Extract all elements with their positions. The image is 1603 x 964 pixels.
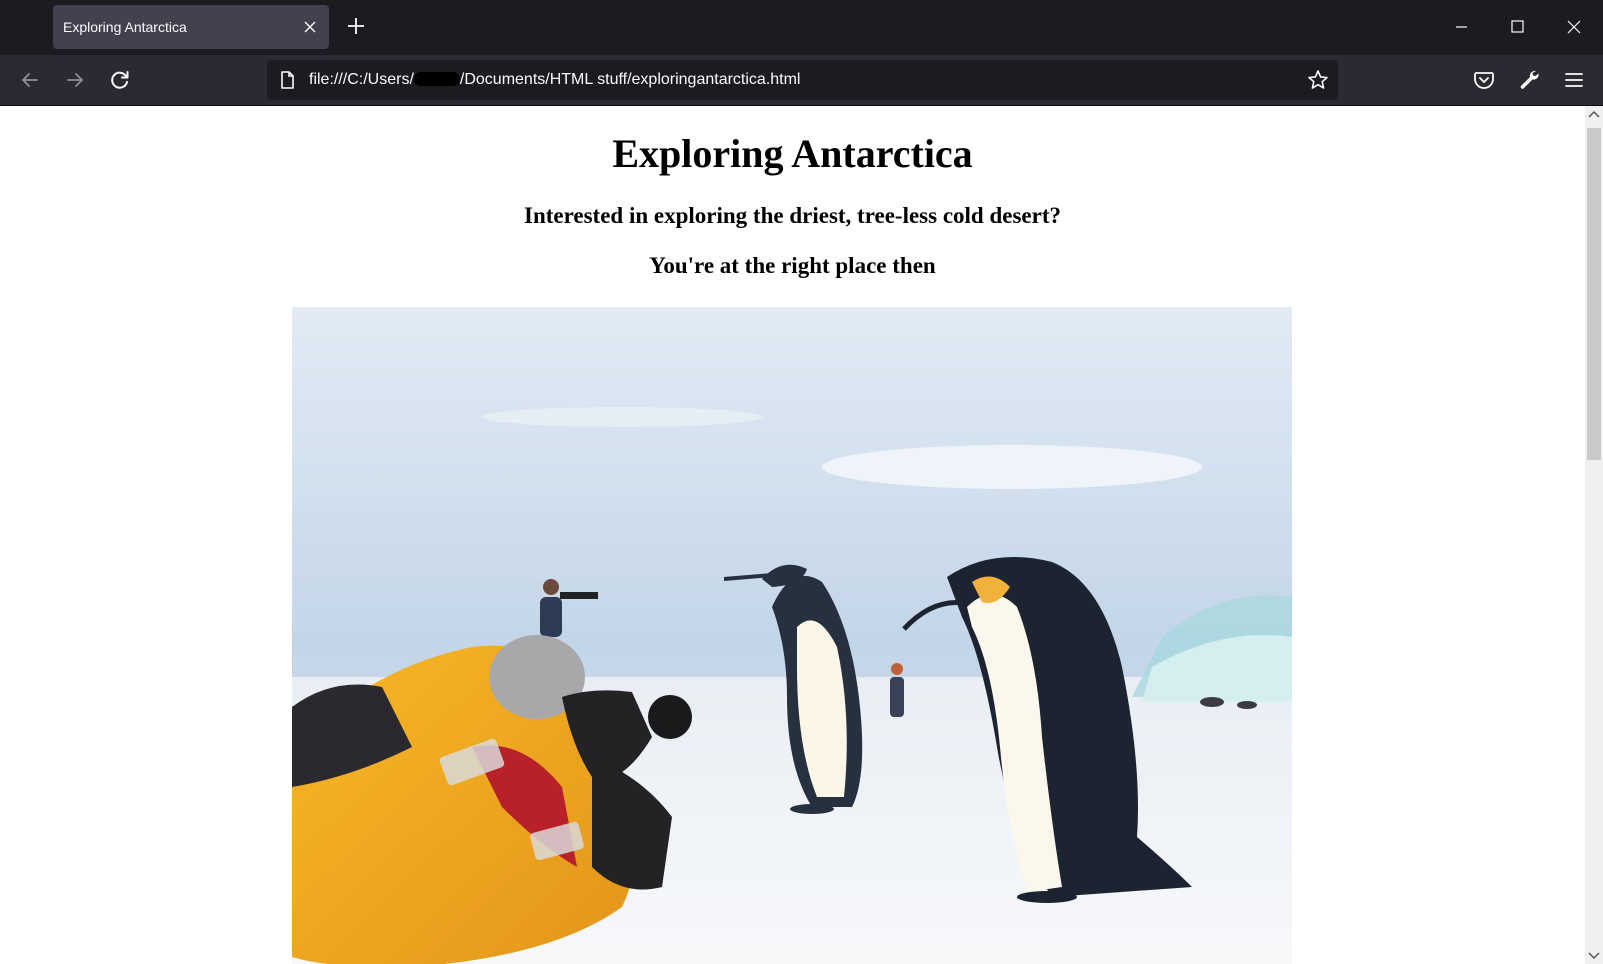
reload-icon[interactable] xyxy=(105,65,135,95)
forward-arrow-icon[interactable] xyxy=(60,65,90,95)
redaction-mark xyxy=(413,72,460,86)
page-tagline: You're at the right place then xyxy=(649,253,936,278)
back-arrow-icon[interactable] xyxy=(15,65,45,95)
plus-icon[interactable] xyxy=(344,14,368,38)
url-text[interactable]: file:///C:/Users/ /Documents/HTML stuff/e… xyxy=(309,60,800,100)
close-icon[interactable] xyxy=(299,16,321,38)
page-icon xyxy=(281,71,294,89)
hamburger-menu-icon[interactable] xyxy=(1559,65,1589,95)
wrench-icon[interactable] xyxy=(1514,65,1544,95)
active-tab[interactable]: Exploring Antarctica xyxy=(53,5,329,49)
url-prefix: file:///C:/Users/ xyxy=(309,71,414,88)
pocket-icon[interactable] xyxy=(1469,65,1499,95)
window-close-icon[interactable] xyxy=(1546,0,1603,55)
tab-strip: Exploring Antarctica xyxy=(0,0,1603,55)
tab-title: Exploring Antarctica xyxy=(63,19,187,35)
vertical-scrollbar[interactable] xyxy=(1585,106,1603,964)
address-bar[interactable]: file:///C:/Users/ /Documents/HTML stuff/e… xyxy=(267,60,1338,100)
antarctica-penguin-photo xyxy=(292,307,1292,964)
maximize-icon[interactable] xyxy=(1489,0,1546,55)
url-suffix: /Documents/HTML stuff/exploringantarctic… xyxy=(459,71,801,88)
star-icon[interactable] xyxy=(1306,68,1330,92)
page-content: Exploring Antarctica Interested in explo… xyxy=(0,106,1585,964)
scrollbar-thumb[interactable] xyxy=(1587,128,1601,460)
scroll-down-arrow-icon[interactable] xyxy=(1585,946,1603,964)
minimize-icon[interactable] xyxy=(1433,0,1490,55)
page-subheading: Interested in exploring the driest, tree… xyxy=(524,203,1061,228)
scroll-up-arrow-icon[interactable] xyxy=(1585,106,1603,124)
navigation-toolbar: file:///C:/Users/ /Documents/HTML stuff/e… xyxy=(0,55,1603,106)
page-title: Exploring Antarctica xyxy=(612,131,973,176)
